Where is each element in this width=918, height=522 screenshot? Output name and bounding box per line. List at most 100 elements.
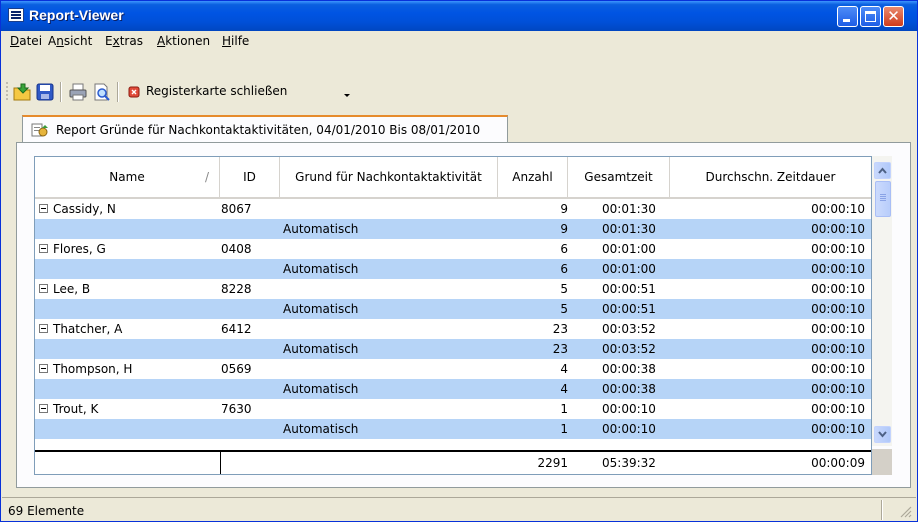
cell-total-time: 00:01:30 <box>602 222 656 236</box>
grid-header: Name / ID Grund für Nachkontaktaktivität… <box>35 157 871 199</box>
column-header-label: Anzahl <box>512 170 553 184</box>
menu-extras[interactable]: Extras <box>105 34 143 48</box>
title-bar[interactable]: Report-Viewer ✕ <box>1 1 917 31</box>
close-icon: ✕ <box>887 7 900 25</box>
group-row[interactable]: Lee, B 8228 5 00:00:51 00:00:10 <box>35 279 871 299</box>
close-tab-label: Registerkarte schließen <box>146 84 288 98</box>
column-header-avg-duration[interactable]: Durchschn. Zeitdauer <box>670 157 871 197</box>
column-header-label: Grund für Nachkontaktaktivität <box>295 170 482 184</box>
maximize-button[interactable] <box>860 6 881 27</box>
sort-ascending-icon: / <box>204 170 209 184</box>
group-row[interactable]: Thatcher, A 6412 23 00:03:52 00:00:10 <box>35 319 871 339</box>
column-header-count[interactable]: Anzahl <box>498 157 568 197</box>
cell-count: 6 <box>560 242 568 256</box>
cell-avg-duration: 00:00:10 <box>811 422 865 436</box>
app-icon <box>8 8 24 22</box>
cell-reason: Automatisch <box>283 422 359 436</box>
group-row[interactable]: Flores, G 0408 6 00:01:00 00:00:10 <box>35 239 871 259</box>
cell-reason: Automatisch <box>283 222 359 236</box>
detail-row[interactable]: Automatisch 23 00:03:52 00:00:10 <box>35 339 871 359</box>
cell-avg-duration: 00:00:10 <box>811 262 865 276</box>
collapse-toggle-icon[interactable] <box>39 284 48 293</box>
cell-count: 6 <box>560 262 568 276</box>
cell-name: Lee, B <box>53 282 91 296</box>
group-row[interactable]: Thompson, H 0569 4 00:00:38 00:00:10 <box>35 359 871 379</box>
cell-reason: Automatisch <box>283 342 359 356</box>
scrollbar-corner <box>872 449 892 475</box>
menu-ansicht[interactable]: Ansicht <box>48 34 92 48</box>
group-row[interactable]: Trout, K 7630 1 00:00:10 00:00:10 <box>35 399 871 419</box>
column-header-total-time[interactable]: Gesamtzeit <box>568 157 670 197</box>
open-folder-icon[interactable] <box>12 82 32 102</box>
detail-row[interactable]: Automatisch 6 00:01:00 00:00:10 <box>35 259 871 279</box>
toolbar-grip-icon[interactable] <box>5 81 9 101</box>
collapse-toggle-icon[interactable] <box>39 204 48 213</box>
cell-total-time: 00:00:10 <box>602 422 656 436</box>
menu-aktionen[interactable]: Aktionen <box>157 34 210 48</box>
cell-avg-duration: 00:00:10 <box>811 402 865 416</box>
cell-name: Trout, K <box>53 402 99 416</box>
toolbar-separator <box>117 82 119 102</box>
cell-count: 23 <box>552 342 568 356</box>
status-bar: 69 Elemente <box>2 497 916 522</box>
toolbar-separator <box>60 82 62 102</box>
cell-total-time: 00:01:00 <box>602 242 656 256</box>
cell-total-time: 00:01:00 <box>602 262 656 276</box>
cell-total-time: 00:00:38 <box>602 382 656 396</box>
report-grid: Name / ID Grund für Nachkontaktaktivität… <box>34 156 872 475</box>
vertical-scrollbar[interactable] <box>872 156 892 446</box>
close-window-button[interactable]: ✕ <box>883 6 904 27</box>
cell-name: Thompson, H <box>53 362 133 376</box>
cell-reason: Automatisch <box>283 382 359 396</box>
scroll-thumb[interactable] <box>875 181 891 217</box>
cell-avg-duration: 00:00:10 <box>811 322 865 336</box>
report-icon <box>31 123 48 137</box>
cell-count: 4 <box>560 382 568 396</box>
tab-report[interactable]: Report Gründe für Nachkontaktaktivitäten… <box>22 115 508 143</box>
save-icon[interactable] <box>35 82 55 102</box>
total-avg-duration: 00:00:09 <box>811 456 865 470</box>
cell-total-time: 00:00:51 <box>602 282 656 296</box>
column-header-label: Name <box>109 170 145 184</box>
scroll-up-button[interactable] <box>874 162 891 179</box>
cell-avg-duration: 00:00:10 <box>811 222 865 236</box>
resize-grip-icon[interactable] <box>900 506 912 518</box>
collapse-toggle-icon[interactable] <box>39 364 48 373</box>
column-header-label: ID <box>243 170 256 184</box>
cell-reason: Automatisch <box>283 262 359 276</box>
cell-id: 0408 <box>221 242 252 256</box>
cell-total-time: 00:01:30 <box>602 202 656 216</box>
cell-total-time: 00:03:52 <box>602 322 656 336</box>
menu-datei[interactable]: Datei <box>10 34 42 48</box>
collapse-toggle-icon[interactable] <box>39 404 48 413</box>
collapse-toggle-icon[interactable] <box>39 244 48 253</box>
group-row[interactable]: Cassidy, N 8067 9 00:01:30 00:00:10 <box>35 199 871 219</box>
minimize-button[interactable] <box>837 6 858 27</box>
detail-row[interactable]: Automatisch 4 00:00:38 00:00:10 <box>35 379 871 399</box>
cell-avg-duration: 00:00:10 <box>811 342 865 356</box>
totals-row: 2291 05:39:32 00:00:09 <box>35 450 871 474</box>
cell-avg-duration: 00:00:10 <box>811 242 865 256</box>
detail-row[interactable]: Automatisch 5 00:00:51 00:00:10 <box>35 299 871 319</box>
chevron-up-icon <box>878 167 887 174</box>
chevron-down-icon[interactable] <box>343 93 351 99</box>
cell-id: 7630 <box>221 402 252 416</box>
collapse-toggle-icon[interactable] <box>39 324 48 333</box>
print-preview-icon[interactable] <box>91 82 111 102</box>
report-viewer-window: Report-Viewer ✕ Datei Ansicht Extras Akt… <box>0 0 918 522</box>
cell-count: 9 <box>560 202 568 216</box>
detail-row[interactable]: Automatisch 1 00:00:10 00:00:10 <box>35 419 871 439</box>
totals-divider <box>220 452 221 474</box>
detail-row[interactable]: Automatisch 9 00:01:30 00:00:10 <box>35 219 871 239</box>
cell-avg-duration: 00:00:10 <box>811 202 865 216</box>
column-header-reason[interactable]: Grund für Nachkontaktaktivität <box>280 157 498 197</box>
cell-count: 1 <box>560 422 568 436</box>
menu-hilfe[interactable]: Hilfe <box>222 34 249 48</box>
cell-name: Thatcher, A <box>53 322 123 336</box>
column-header-id[interactable]: ID <box>220 157 280 197</box>
column-header-name[interactable]: Name / <box>35 157 220 197</box>
print-icon[interactable] <box>68 82 88 102</box>
scroll-down-button[interactable] <box>874 426 891 443</box>
cell-total-time: 00:00:38 <box>602 362 656 376</box>
column-header-label: Durchschn. Zeitdauer <box>705 170 836 184</box>
